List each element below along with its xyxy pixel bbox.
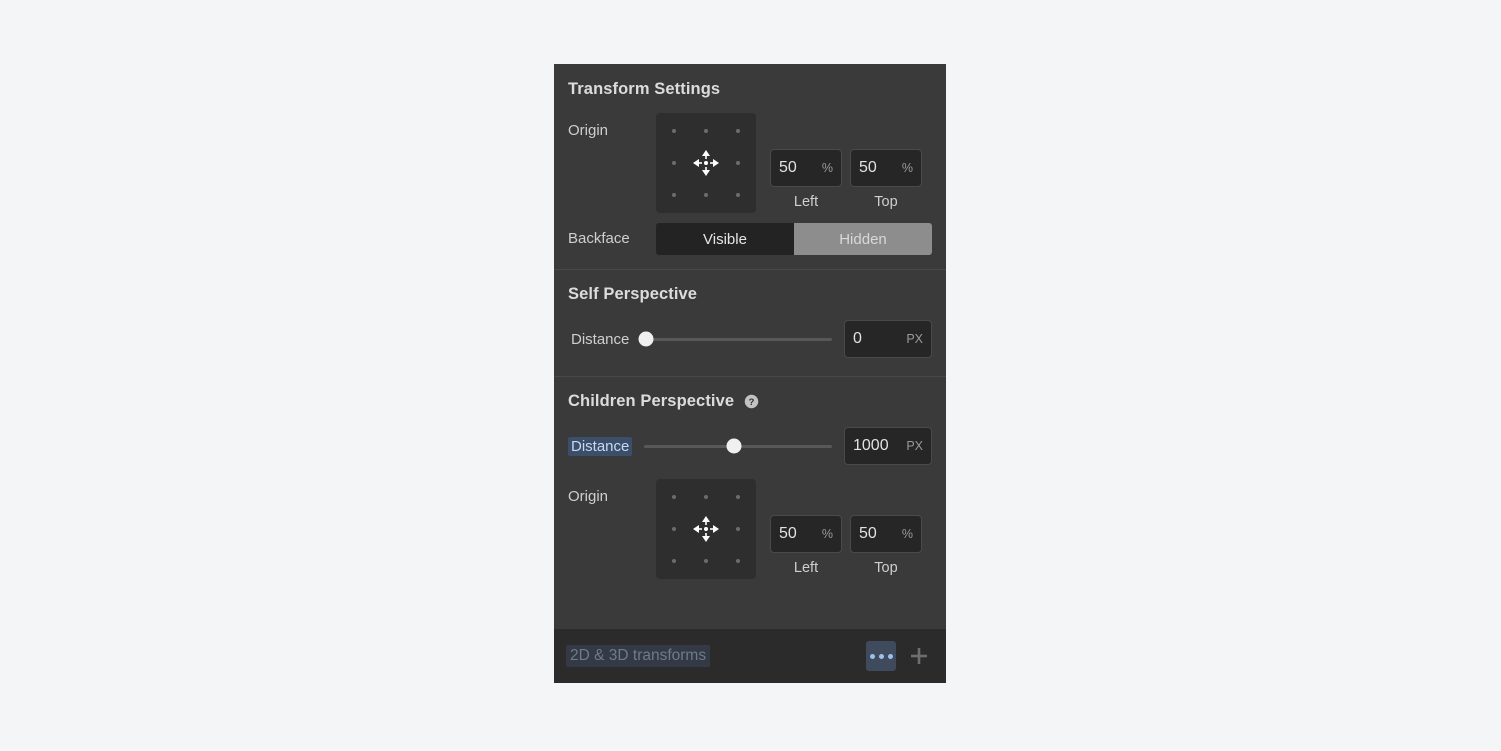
children-origin-number-fields: 50 % Left 50 % Top: [770, 479, 922, 576]
children-origin-dot-bottom-left[interactable]: [672, 559, 676, 563]
origin-left-caption: Left: [793, 194, 819, 210]
self-distance-row: Distance 0 PX: [568, 320, 932, 358]
transform-settings-panel: Transform Settings Origin 50 % Left 50 %…: [554, 64, 946, 683]
children-origin-left-caption: Left: [793, 560, 819, 576]
self-distance-input[interactable]: 0 PX: [844, 320, 932, 358]
children-origin-dot-middle-right[interactable]: [736, 527, 740, 531]
section-transform-settings: Transform Settings Origin 50 % Left 50 %…: [554, 64, 946, 269]
backface-option-hidden[interactable]: Hidden: [794, 223, 932, 255]
origin-left-input[interactable]: 50 %: [770, 149, 842, 187]
origin-top-input[interactable]: 50 %: [850, 149, 922, 187]
plus-icon[interactable]: [904, 641, 934, 671]
self-distance-unit: PX: [906, 332, 923, 346]
children-origin-left-value: 50: [779, 525, 797, 542]
children-origin-left-field: 50 % Left: [770, 515, 842, 576]
origin-dot-top-left[interactable]: [672, 129, 676, 133]
section-self-perspective: Self Perspective Distance 0 PX: [554, 269, 946, 376]
origin-top-value: 50: [859, 159, 877, 176]
children-origin-dot-top-left[interactable]: [672, 495, 676, 499]
children-origin-top-unit: %: [901, 527, 913, 541]
children-origin-dot-top-center[interactable]: [704, 495, 708, 499]
children-origin-top-value: 50: [859, 525, 877, 542]
origin-dot-middle-right[interactable]: [736, 161, 740, 165]
origin-dot-bottom-center[interactable]: [704, 193, 708, 197]
children-origin-dot-top-right[interactable]: [736, 495, 740, 499]
ellipsis-dot: [887, 653, 893, 659]
ellipsis-icon[interactable]: [866, 641, 896, 671]
origin-picker[interactable]: [656, 113, 756, 213]
ellipsis-dot: [869, 653, 875, 659]
plus-glyph: [911, 648, 927, 664]
children-distance-label: Distance: [568, 436, 633, 456]
origin-left-field: 50 % Left: [770, 149, 842, 210]
children-distance-input[interactable]: 1000 PX: [844, 427, 932, 465]
origin-label: Origin: [568, 122, 609, 139]
origin-number-fields: 50 % Left 50 % Top: [770, 113, 922, 210]
origin-dot-top-center[interactable]: [704, 129, 708, 133]
self-distance-slider-thumb[interactable]: [638, 331, 654, 347]
help-circle-icon[interactable]: ?: [744, 394, 759, 409]
origin-dot-bottom-right[interactable]: [736, 193, 740, 197]
section-heading-text: Self Perspective: [568, 285, 698, 303]
children-origin-label: Origin: [568, 488, 609, 505]
backface-option-visible[interactable]: Visible: [656, 223, 794, 255]
children-origin-left-unit: %: [821, 527, 833, 541]
children-distance-slider[interactable]: [644, 436, 832, 456]
section-title-transform-settings: Transform Settings: [568, 80, 932, 99]
ellipsis-dot: [878, 653, 884, 659]
backface-segmented-control: Visible Hidden: [656, 223, 932, 255]
origin-dot-top-right[interactable]: [736, 129, 740, 133]
children-origin-dot-middle-left[interactable]: [672, 527, 676, 531]
children-origin-picker[interactable]: [656, 479, 756, 579]
origin-dot-middle-left[interactable]: [672, 161, 676, 165]
section-heading-text: Transform Settings: [568, 80, 721, 98]
origin-top-field: 50 % Top: [850, 149, 922, 210]
children-origin-top-input[interactable]: 50 %: [850, 515, 922, 553]
move-4-way-icon: [693, 150, 719, 176]
origin-left-unit: %: [821, 161, 833, 175]
children-origin-left-input[interactable]: 50 %: [770, 515, 842, 553]
children-origin-dot-bottom-right[interactable]: [736, 559, 740, 563]
origin-left-value: 50: [779, 159, 797, 176]
origin-top-caption: Top: [874, 194, 898, 210]
move-4-way-icon: [693, 516, 719, 542]
section-title-children-perspective: Children Perspective ?: [568, 392, 932, 411]
backface-row: Backface Visible Hidden: [568, 223, 932, 255]
section-children-perspective: Children Perspective ? Distance 1000 PX …: [554, 376, 946, 593]
origin-dot-bottom-left[interactable]: [672, 193, 676, 197]
panel-footer: 2D & 3D transforms: [554, 629, 946, 683]
backface-label: Backface: [568, 230, 630, 247]
children-distance-unit: PX: [906, 439, 923, 453]
section-title-self-perspective: Self Perspective: [568, 285, 932, 304]
section-heading-text: Children Perspective: [568, 392, 735, 410]
origin-row-transform: Origin 50 % Left 50 % Top: [568, 113, 932, 213]
children-origin-controls: 50 % Left 50 % Top: [656, 479, 922, 579]
children-distance-row: Distance 1000 PX: [568, 427, 932, 465]
self-distance-slider-track: [644, 337, 832, 341]
origin-top-unit: %: [901, 161, 913, 175]
children-origin-top-field: 50 % Top: [850, 515, 922, 576]
children-distance-value: 1000: [853, 437, 889, 454]
children-distance-slider-thumb[interactable]: [726, 438, 742, 454]
self-distance-label: Distance: [571, 330, 630, 348]
self-distance-value: 0: [853, 330, 862, 347]
origin-controls: 50 % Left 50 % Top: [656, 113, 922, 213]
origin-row-children: Origin 50 % Left 50 % Top: [568, 479, 932, 579]
self-distance-slider[interactable]: [638, 329, 832, 349]
footer-label: 2D & 3D transforms: [566, 645, 711, 667]
children-origin-dot-bottom-center[interactable]: [704, 559, 708, 563]
svg-text:?: ?: [749, 397, 755, 407]
children-origin-top-caption: Top: [874, 560, 898, 576]
